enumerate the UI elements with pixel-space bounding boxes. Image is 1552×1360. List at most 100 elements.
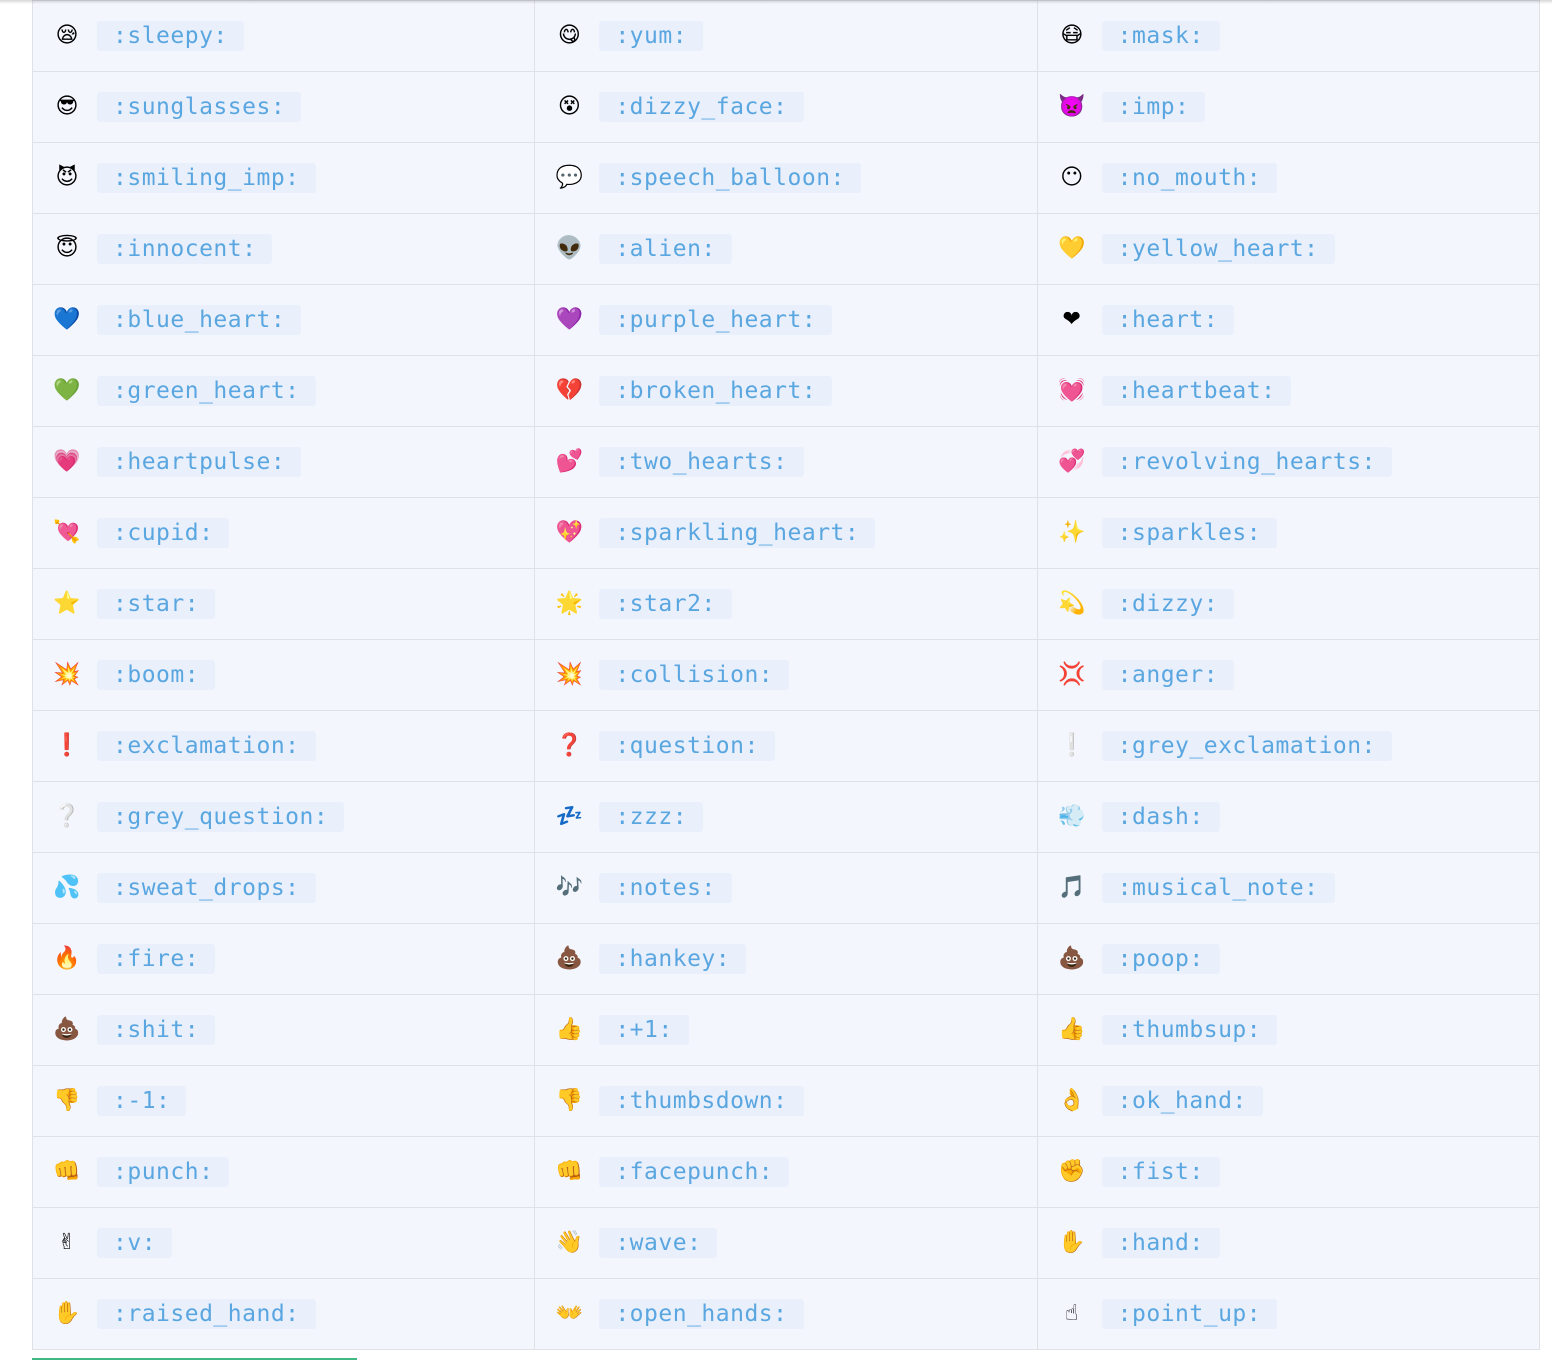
exclamation-icon: ❗ — [53, 733, 81, 758]
emoji-shortcode: :thumbsdown: — [599, 1086, 804, 1116]
emoji-cell: 😇:innocent: — [31, 213, 536, 285]
emoji-cell: 😶 :no_mouth: — [1036, 142, 1541, 214]
emoji-shortcode: :sleepy: — [97, 21, 244, 51]
imp-icon: 👿 — [1057, 94, 1086, 119]
emoji-cell: 🌟:star2: — [534, 568, 1038, 640]
plus1-icon: 👍 — [555, 1017, 584, 1042]
emoji-cell: 💬:speech_balloon: — [534, 142, 1038, 214]
emoji-shortcode: :grey_exclamation: — [1101, 731, 1392, 761]
emoji-shortcode: :hankey: — [599, 944, 747, 974]
emoji-shortcode: :dizzy_face: — [599, 92, 804, 122]
emoji-cell: 👎 :thumbsdown: — [534, 1065, 1038, 1137]
emoji-cell: 🎵:musical_note: — [1036, 852, 1541, 924]
emoji-cell: 💚:green_heart: — [31, 355, 536, 427]
emoji-shortcode: :mask: — [1101, 21, 1220, 51]
emoji-shortcode: :alien: — [599, 234, 732, 264]
emoji-cell: 💜:purple_heart: — [534, 284, 1038, 356]
anger-icon: 💢 — [1057, 662, 1086, 687]
emoji-shortcode: :heartpulse: — [97, 447, 302, 477]
emoji-cell: ✊:fist: — [1036, 1136, 1541, 1208]
emoji-shortcode: :thumbsup: — [1101, 1015, 1278, 1045]
alien-icon: 👽 — [555, 236, 584, 261]
hand-icon: ✋ — [1057, 1230, 1086, 1255]
emoji-shortcode: :anger: — [1101, 660, 1235, 690]
open-hands-icon: 👐 — [555, 1301, 584, 1326]
emoji-cell: ❗:exclamation: — [31, 710, 536, 782]
poop-icon: 💩 — [1057, 946, 1086, 971]
table-row: 😎:sunglasses: 😵:dizzy_face: 👿:imp: — [31, 71, 1541, 143]
thumbsdown-icon: 👎 — [555, 1088, 584, 1113]
emoji-cell: 👍:thumbsup: — [1036, 994, 1541, 1066]
emoji-cell: 👿:imp: — [1036, 71, 1541, 143]
emoji-shortcode: :notes: — [599, 873, 732, 903]
sleepy-icon: 😪 — [55, 23, 79, 48]
emoji-cell: 😪 :sleepy: — [31, 0, 536, 72]
emoji-table: 😪:sleepy: 😋:yum: 😷:mask: 😎:sunglasses: 😵:diz… — [31, 0, 1541, 1350]
emoji-cell: 💘:cupid: — [31, 497, 536, 569]
emoji-cell: 💨 :dash: — [1036, 781, 1541, 853]
header-shadow — [0, 0, 1552, 4]
table-row: ✌:v: 👋:wave: ✋:hand: — [31, 1207, 1541, 1279]
ok-hand-icon: 👌 — [1057, 1088, 1086, 1113]
emoji-shortcode: :star2: — [599, 589, 732, 619]
table-row: ✋:raised_hand: 👐:open_hands: ☝:point_up: — [31, 1278, 1541, 1350]
emoji-shortcode: :dash: — [1101, 802, 1220, 832]
emoji-cell: 🔥:fire: — [31, 923, 536, 995]
emoji-cell: 💗 :heartpulse: — [31, 426, 536, 498]
emoji-cell: 😷:mask: — [1036, 0, 1541, 72]
emoji-cell: 💩 :poop: — [1036, 923, 1541, 995]
sparkles-icon: ✨ — [1057, 520, 1086, 545]
emoji-shortcode: :collision: — [599, 660, 790, 690]
no-mouth-icon: 😶 — [1060, 165, 1084, 190]
emoji-cell: 💩:shit: — [31, 994, 536, 1066]
emoji-shortcode: :facepunch: — [599, 1157, 790, 1187]
emoji-shortcode: :sunglasses: — [97, 92, 302, 122]
emoji-shortcode: :punch: — [97, 1157, 230, 1187]
punch-icon: 👊 — [53, 1159, 81, 1184]
table-row: 💚:green_heart: 💔:broken_heart: 💓:heartbeat… — [31, 355, 1541, 427]
fire-icon: 🔥 — [53, 946, 81, 971]
emoji-shortcode: :open_hands: — [599, 1299, 804, 1329]
raised-hand-icon: ✋ — [53, 1301, 81, 1326]
emoji-shortcode: :yum: — [599, 21, 704, 51]
emoji-cell: 😋:yum: — [534, 0, 1038, 72]
table-row: 👊 :punch: 👊:facepunch: ✊:fist: — [31, 1136, 1541, 1208]
emoji-shortcode: :star: — [97, 589, 216, 619]
emoji-cell: 👎:-1: — [31, 1065, 536, 1137]
emoji-cell: 👊:facepunch: — [534, 1136, 1038, 1208]
emoji-cell: 💙:blue_heart: — [31, 284, 536, 356]
emoji-cell: ✋:hand: — [1036, 1207, 1541, 1279]
sparkling-heart-icon: 💖 — [555, 520, 584, 545]
table-row: 😇:innocent: 👽:alien: 💛:yellow_heart: — [31, 213, 1541, 285]
emoji-cell: 💤 :zzz: — [534, 781, 1038, 853]
table-row: ⭐:star: 🌟:star2: 💫:dizzy: — [31, 568, 1541, 640]
zzz-icon: 💤 — [555, 804, 584, 829]
heartbeat-icon: 💓 — [1057, 378, 1086, 403]
emoji-shortcode: :two_hearts: — [599, 447, 804, 477]
emoji-cell: 🎶 :notes: — [534, 852, 1038, 924]
emoji-cell: 💦:sweat_drops: — [31, 852, 536, 924]
emoji-cell: 👊 :punch: — [31, 1136, 536, 1208]
table-row: ❔:grey_question: 💤:zzz: 💨:dash: — [31, 781, 1541, 853]
collision-icon: 💥 — [555, 662, 584, 687]
emoji-shortcode: :sweat_drops: — [97, 873, 316, 903]
emoji-shortcode: :heart: — [1101, 305, 1235, 335]
emoji-cell: 💕:two_hearts: — [534, 426, 1038, 498]
emoji-shortcode: :fist: — [1101, 1157, 1220, 1187]
emoji-shortcode: :+1: — [599, 1015, 689, 1045]
dash-icon: 💨 — [1057, 804, 1086, 829]
emoji-shortcode: :zzz: — [599, 802, 704, 832]
emoji-shortcode: :no_mouth: — [1101, 163, 1278, 193]
speech-balloon-icon: 💬 — [555, 165, 584, 190]
emoji-shortcode: :innocent: — [97, 234, 273, 264]
boom-icon: 💥 — [53, 662, 81, 687]
emoji-cell: 👐 :open_hands: — [534, 1278, 1038, 1350]
emoji-cell: 👽 :alien: — [534, 213, 1038, 285]
emoji-shortcode: :cupid: — [97, 518, 230, 548]
emoji-cell: 👍 :+1: — [534, 994, 1038, 1066]
heartpulse-icon: 💗 — [53, 449, 81, 474]
emoji-shortcode: :poop: — [1101, 944, 1220, 974]
yellow-heart-icon: 💛 — [1057, 236, 1086, 261]
emoji-cell: 💔:broken_heart: — [534, 355, 1038, 427]
notes-icon: 🎶 — [555, 875, 584, 900]
